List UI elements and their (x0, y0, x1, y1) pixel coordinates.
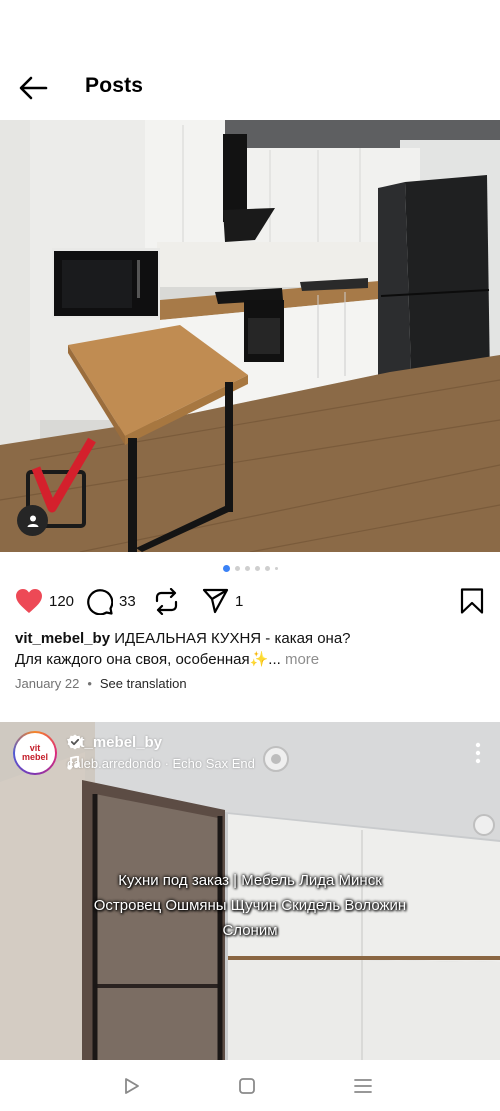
carousel-dot (244, 566, 250, 571)
nav-back-icon (125, 1078, 139, 1094)
nav-menu-icon (354, 1079, 372, 1093)
nav-home-icon (239, 1078, 255, 1094)
more-dots-icon (475, 742, 481, 764)
post-meta: January 22 • See translation (15, 676, 187, 691)
music-note-icon (67, 756, 79, 770)
post-actions: 120 33 1 (0, 588, 500, 618)
comment-button[interactable]: 33 (86, 588, 136, 615)
like-count[interactable]: 120 (49, 593, 74, 610)
post-caption: vit_mebel_by ИДЕАЛЬНАЯ КУХНЯ - какая она… (15, 628, 485, 670)
reel-audio[interactable]: caleb.arredondo · Echo Sax End (67, 756, 255, 771)
carousel-dot (264, 566, 270, 571)
kitchen-photo (0, 120, 500, 552)
reel-overlay-text: Кухни под заказ | Мебель Лида Минск Остр… (50, 868, 450, 943)
meta-separator: • (87, 676, 92, 691)
nav-home-button[interactable] (236, 1075, 258, 1097)
carousel-dot (234, 566, 240, 571)
caption-text-line2: Для каждого она своя, особенная✨... (15, 651, 281, 668)
more-link[interactable]: more (285, 651, 319, 668)
carousel-indicator (0, 565, 500, 572)
carousel-dot (222, 565, 230, 572)
overlay-line: Кухни под заказ | Мебель Лида Минск (118, 872, 382, 889)
caption-username[interactable]: vit_mebel_by (15, 630, 110, 647)
page-title: Posts (85, 74, 144, 97)
comment-icon (87, 589, 113, 615)
avatar-logo: vit mebel (15, 733, 55, 773)
back-button[interactable] (18, 74, 48, 102)
like-button[interactable]: 120 (15, 588, 74, 614)
system-nav-bar (0, 1060, 500, 1111)
back-arrow-icon (19, 76, 48, 100)
top-header: Posts (0, 60, 500, 116)
verified-icon (67, 734, 83, 750)
repost-button[interactable] (154, 588, 179, 615)
share-count[interactable]: 1 (235, 593, 243, 610)
post-date: January 22 (15, 676, 80, 691)
nav-menu-button[interactable] (352, 1075, 374, 1097)
nav-back-button[interactable] (121, 1075, 143, 1097)
share-icon (202, 588, 229, 614)
see-translation-link[interactable]: See translation (100, 676, 187, 691)
carousel-dot (254, 566, 260, 571)
bookmark-icon (460, 588, 484, 614)
caption-text-line1: ИДЕАЛЬНАЯ КУХНЯ - какая она? (114, 630, 351, 647)
reel-post[interactable]: vit mebel vit_mebel_by caleb.arredondo ·… (0, 722, 500, 1060)
more-options-button[interactable] (474, 742, 482, 764)
comment-count[interactable]: 33 (119, 593, 136, 610)
reel-username[interactable]: vit_mebel_by (67, 734, 162, 751)
reel-audio-text: caleb.arredondo · Echo Sax End (67, 756, 255, 771)
user-tag-icon[interactable] (17, 505, 48, 536)
bookmark-button[interactable] (460, 588, 484, 619)
heart-icon (16, 589, 42, 613)
reel-avatar[interactable]: vit mebel (13, 731, 57, 775)
overlay-line: Островец Ошмяны Щучин Скидель Воложин (93, 897, 407, 914)
share-button[interactable]: 1 (202, 588, 243, 614)
carousel-dot (274, 567, 278, 570)
repost-icon (155, 588, 178, 615)
post-image[interactable] (0, 120, 500, 552)
overlay-line: Слоним (222, 922, 278, 939)
